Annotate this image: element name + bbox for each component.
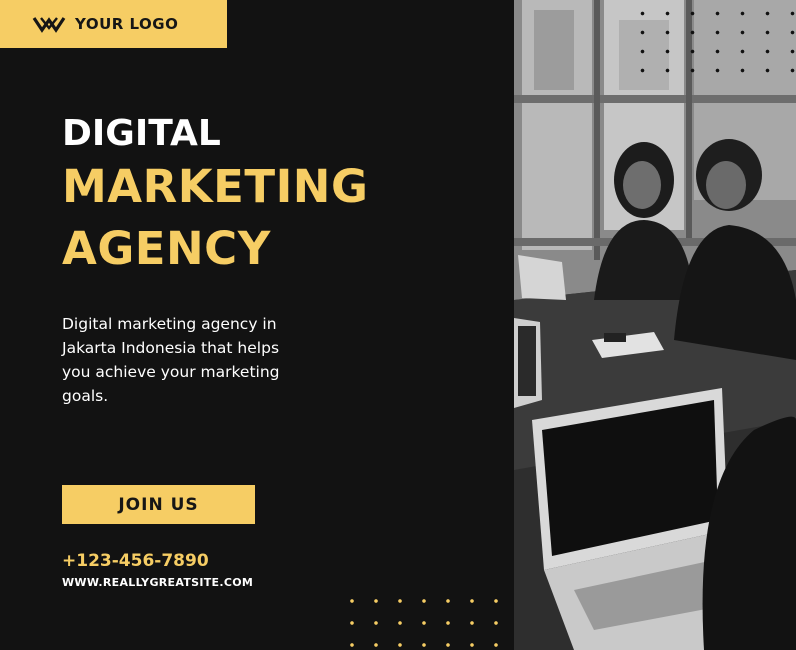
- logo-bar[interactable]: YOUR LOGO: [0, 0, 227, 48]
- headline-line-2: MARKETING: [62, 160, 369, 213]
- headline-line-3: AGENCY: [62, 222, 271, 275]
- dot-pattern-decoration-top: [630, 4, 796, 80]
- left-panel: YOUR LOGO DIGITAL MARKETING AGENCY Digit…: [0, 0, 514, 650]
- logo-text: YOUR LOGO: [75, 15, 179, 33]
- page-title: DIGITAL MARKETING AGENCY: [62, 113, 369, 275]
- double-chevron-logo-icon: [32, 17, 66, 33]
- dot-pattern-decoration: [340, 590, 514, 650]
- headline-line-1: DIGITAL: [62, 113, 221, 154]
- agency-description: Digital marketing agency in Jakarta Indo…: [62, 315, 280, 405]
- phone-number[interactable]: +123-456-7890: [62, 551, 209, 571]
- website-link[interactable]: WWW.REALLYGREATSITE.COM: [62, 576, 253, 589]
- team-meeting-photo: [514, 0, 796, 650]
- join-us-button[interactable]: JOIN US: [62, 485, 255, 524]
